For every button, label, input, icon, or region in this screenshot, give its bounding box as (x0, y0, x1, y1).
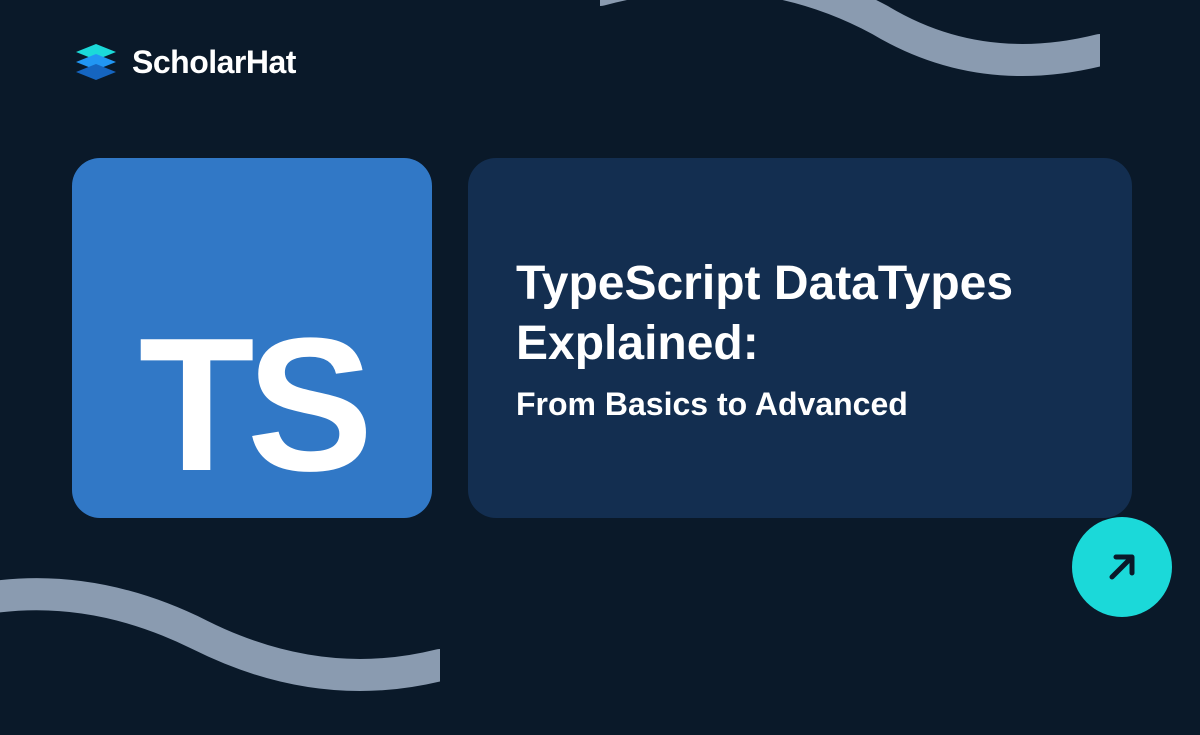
brand-name: ScholarHat (132, 44, 296, 81)
title-line-2: Explained: (516, 317, 759, 370)
decorative-swoosh-top (600, 0, 1100, 140)
arrow-up-right-icon (1098, 543, 1146, 591)
typescript-badge: TS (72, 158, 432, 518)
typescript-badge-text: TS (139, 310, 366, 500)
brand-logo: ScholarHat (72, 38, 296, 86)
title-card: TypeScript DataTypes Explained: From Bas… (468, 158, 1132, 518)
decorative-swoosh-bottom (0, 555, 440, 735)
title-line-1: TypeScript DataTypes (516, 257, 1013, 310)
scholarhat-icon (72, 38, 120, 86)
next-arrow-button[interactable] (1072, 517, 1172, 617)
title-subtitle: From Basics to Advanced (516, 386, 1084, 423)
title-heading: TypeScript DataTypes Explained: (516, 254, 1084, 374)
